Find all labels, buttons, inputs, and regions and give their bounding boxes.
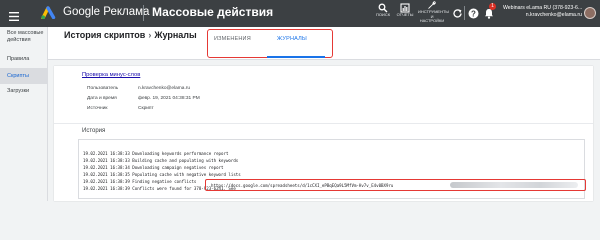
tabs-highlight	[207, 29, 333, 58]
breadcrumb-parent[interactable]: История скриптов	[64, 30, 145, 40]
log-line: 19.02.2021 16:38:33 Building cache and p…	[83, 158, 239, 163]
tab-logs[interactable]: ЖУРНАЛЫ	[277, 36, 307, 42]
redacted-text	[450, 182, 578, 188]
divider	[54, 123, 593, 124]
sidebar-item-label: Скрипты	[7, 73, 29, 79]
refresh-icon[interactable]	[452, 6, 463, 24]
sidebar-item-label: действия	[7, 37, 31, 43]
sidebar-item-rules[interactable]: Правила	[0, 54, 48, 64]
account-email: n.kravchenko@elama.ru	[525, 11, 582, 18]
sidebar-item-label: Все массовые	[7, 30, 44, 36]
active-tab-indicator	[267, 56, 325, 58]
avatar[interactable]	[584, 7, 596, 19]
brand-name[interactable]: Google Реклама	[63, 6, 149, 18]
google-ads-logo-icon[interactable]	[41, 6, 56, 19]
datetime-value: февр. 19, 2021 04:38:31 PM	[138, 96, 200, 101]
log-line: 19.02.2021 16:38:39 Finding negative con…	[83, 179, 197, 184]
sidebar-item-all-bulk-actions[interactable]: Все массовые действия	[0, 30, 48, 44]
tab-changes[interactable]: ИЗМЕНЕНИЯ	[214, 36, 251, 42]
sidebar-item-label: Правила	[7, 56, 30, 62]
log-line: 19.02.2021 16:38:35 Populating cache wit…	[83, 172, 241, 177]
notification-badge: 1	[489, 3, 496, 10]
top-bar: Google Реклама Массовые действия ПОИСК О…	[0, 0, 600, 27]
reports-label: ОТЧЕТЫ	[396, 12, 414, 17]
sidebar-item-scripts[interactable]: Скрипты	[0, 68, 48, 84]
svg-text:?: ?	[471, 9, 476, 18]
tools-button[interactable]: ИНСТРУМЕНТЫ И НАСТРОЙКИ	[418, 0, 449, 24]
account-name: Webinars eLama RU (378-923-6...	[503, 5, 583, 11]
search-label: ПОИСК	[375, 12, 391, 17]
reports-button[interactable]: ОТЧЕТЫ	[394, 3, 416, 18]
history-title: История	[82, 128, 106, 134]
datetime-key: Дата и время	[87, 96, 117, 101]
breadcrumb-current: Журналы	[154, 30, 197, 40]
sidebar: Все массовые действия Правила Скрипты За…	[0, 27, 48, 201]
search-button[interactable]: ПОИСК	[373, 3, 393, 18]
divider	[143, 5, 144, 21]
log-line: 19.02.2021 16:38:33 Downloading keywords…	[83, 151, 229, 156]
sidebar-item-label: Загрузки	[7, 88, 30, 94]
sidebar-item-uploads[interactable]: Загрузки	[0, 86, 48, 96]
tools-label: НАСТРОЙКИ	[419, 18, 445, 24]
help-icon[interactable]: ?	[468, 6, 479, 24]
divider	[464, 6, 465, 20]
source-key: Источник	[87, 106, 108, 111]
page-header: История скриптов › Журналы ИЗМЕНЕНИЯ ЖУРНА…	[48, 27, 600, 60]
source-value: Скрипт	[138, 106, 154, 111]
breadcrumb-separator-icon: ›	[148, 30, 152, 40]
log-line: 19.02.2021 16:38:34 Downloading campaign…	[83, 165, 224, 170]
breadcrumb: История скриптов › Журналы	[64, 30, 197, 40]
spreadsheet-url[interactable]: https://docs.google.com/spreadsheets/d/1…	[211, 183, 393, 188]
user-value: n.kravchenko@elama.ru	[138, 86, 191, 91]
user-key: Пользователь	[87, 86, 119, 91]
page-title: Массовые действия	[152, 5, 274, 19]
script-link[interactable]: Проверка минус-слов	[82, 72, 140, 78]
menu-icon[interactable]	[9, 8, 19, 26]
account-info[interactable]: Webinars eLama RU (378-923-6... n.kravch…	[503, 5, 585, 18]
